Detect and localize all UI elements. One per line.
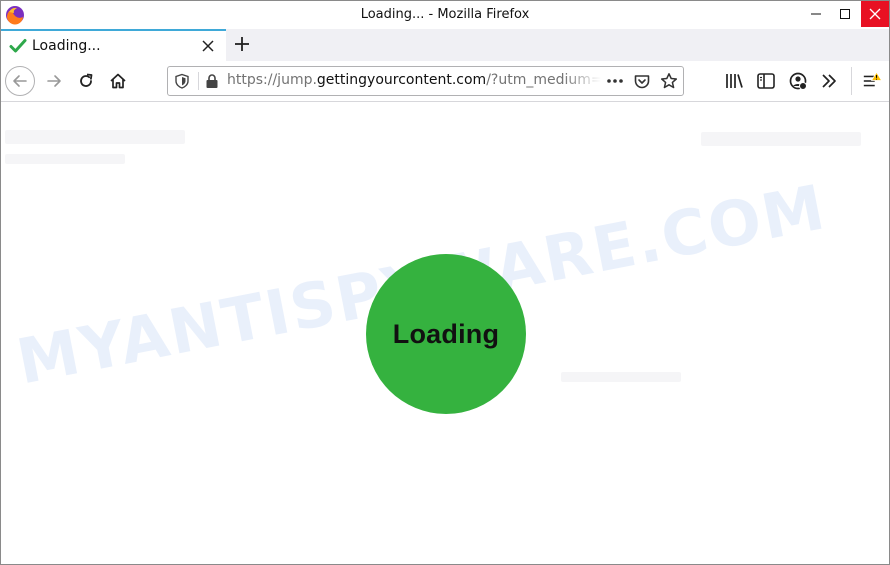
navigation-toolbar: https://jump.gettingyourcontent.com/?utm… xyxy=(1,61,889,102)
faint-background-block xyxy=(701,132,861,146)
reload-icon xyxy=(80,73,93,87)
tab-close-icon[interactable] xyxy=(200,38,216,54)
faint-background-block xyxy=(5,154,125,164)
menu-hamburger-icon[interactable] xyxy=(862,71,882,91)
loading-label: Loading xyxy=(392,318,500,349)
shield-icon[interactable] xyxy=(174,73,190,89)
account-icon[interactable] xyxy=(788,71,808,91)
home-icon xyxy=(110,73,126,89)
overflow-chevron-icon[interactable] xyxy=(819,71,839,91)
faint-background-block xyxy=(561,372,681,382)
toolbar-separator xyxy=(851,67,852,95)
tab-strip: Loading... xyxy=(1,29,889,61)
back-button[interactable] xyxy=(5,66,35,96)
forward-button[interactable] xyxy=(40,67,68,95)
window-title: Loading... - Mozilla Firefox xyxy=(360,7,530,22)
tab-title: Loading... xyxy=(32,38,101,54)
maximize-icon xyxy=(840,9,850,19)
faint-background-block xyxy=(5,130,185,144)
close-icon xyxy=(869,8,881,20)
home-button[interactable] xyxy=(104,67,132,95)
loading-circle: Loading xyxy=(366,254,526,414)
tab-loading[interactable]: Loading... xyxy=(1,29,226,61)
url-separator xyxy=(198,72,199,90)
url-text[interactable]: https://jump.gettingyourcontent.com/?utm… xyxy=(227,72,601,92)
title-bar: Loading... - Mozilla Firefox xyxy=(1,1,889,29)
address-bar[interactable]: https://jump.gettingyourcontent.com/?utm… xyxy=(167,66,684,96)
forward-arrow-icon xyxy=(47,75,61,87)
close-window-button[interactable] xyxy=(861,1,889,27)
more-dots-icon[interactable] xyxy=(605,73,625,89)
url-path: /?utm_medium= xyxy=(486,72,601,88)
pocket-icon[interactable] xyxy=(633,73,651,91)
star-icon[interactable] xyxy=(660,72,678,90)
url-host: gettingyourcontent.com xyxy=(316,72,487,88)
firefox-window: Loading... - Mozilla Firefox Loading... xyxy=(0,0,890,565)
checkmark-icon xyxy=(9,39,27,53)
lock-icon[interactable] xyxy=(205,73,219,89)
page-content: MYANTISPYWARE.COM Loading xyxy=(1,102,889,564)
back-arrow-icon xyxy=(13,75,27,87)
url-prefix: https://jump. xyxy=(227,72,317,88)
new-tab-plus-icon[interactable] xyxy=(231,33,253,55)
maximize-button[interactable] xyxy=(827,1,863,27)
library-icon[interactable] xyxy=(724,71,744,91)
reload-button[interactable] xyxy=(72,67,100,95)
minimize-icon xyxy=(811,13,821,15)
sidebar-icon[interactable] xyxy=(756,71,776,91)
